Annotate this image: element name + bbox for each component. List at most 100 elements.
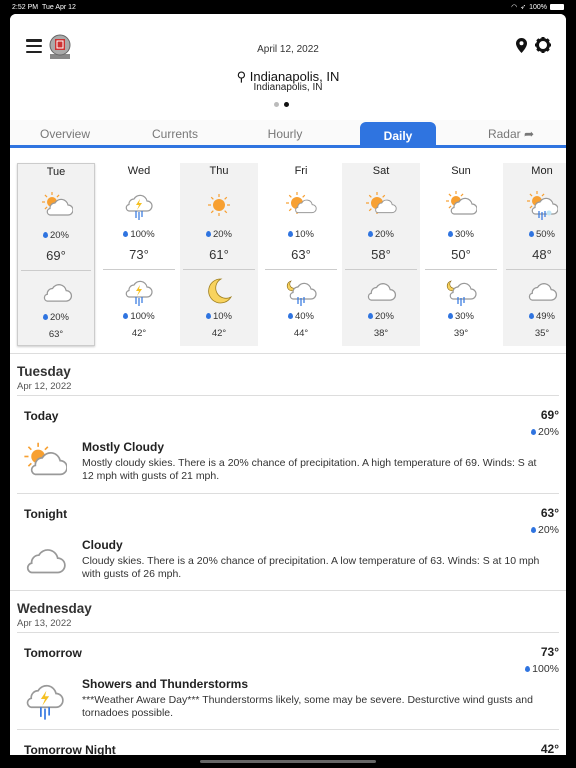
raindrop-icon	[525, 666, 531, 673]
status-time: 2:52 PM	[12, 3, 39, 11]
day-precip-value: 30%	[454, 229, 474, 240]
low-temp: 44°	[293, 328, 309, 339]
battery-icon	[550, 4, 564, 10]
period-name: Tonight	[24, 507, 68, 521]
day-name: Mon	[531, 165, 553, 177]
tab-currents[interactable]: Currents	[120, 120, 230, 145]
period-precip-value: 20%	[537, 524, 559, 536]
night-precip: 40%	[262, 311, 340, 322]
tab-overview[interactable]: Overview	[10, 120, 120, 145]
day-column-wed[interactable]: Wed 100% 73° 100% 42°	[100, 163, 178, 346]
day-column-tue[interactable]: Tue 20% 69° 20% 63°	[17, 163, 95, 346]
day-column-sun[interactable]: Sun 30% 50° 30% 39°	[422, 163, 500, 346]
day-date: Apr 13, 2022	[17, 618, 72, 629]
header-date: April 12, 2022	[257, 44, 319, 55]
raindrop-icon	[287, 231, 293, 238]
day-name: Tue	[46, 166, 66, 178]
tab-radar[interactable]: Radar ➦	[456, 120, 566, 145]
day-precip-value: 20%	[374, 229, 394, 240]
low-temp: 38°	[373, 328, 389, 339]
tab-daily[interactable]: Daily	[360, 122, 436, 145]
period-summary: Mostly Cloudy	[82, 440, 165, 454]
period-description: ***Weather Aware Day*** Thunderstorms li…	[82, 694, 533, 719]
day-precip: 20%	[18, 230, 94, 241]
day-name: Fri	[294, 165, 308, 177]
period-temp: 73°	[540, 645, 559, 659]
night-precip: 49%	[503, 311, 566, 322]
divider	[103, 269, 175, 270]
raindrop-icon	[42, 314, 48, 321]
forecast-details-list: Tuesday Apr 12, 2022 Today 69° 20% Mostly…	[10, 353, 566, 755]
rain-snow-icon	[526, 189, 559, 221]
forecast-period[interactable]: Tomorrow Night 42°	[17, 729, 559, 755]
raindrop-icon	[42, 232, 48, 239]
high-temp: 61°	[209, 247, 229, 262]
gear-icon[interactable]	[535, 37, 551, 53]
low-temp: 63°	[48, 329, 64, 340]
day-header: Tuesday Apr 12, 2022	[10, 353, 566, 395]
period-temp: 63°	[540, 506, 559, 520]
divider	[425, 269, 497, 270]
location-pin-icon[interactable]	[516, 38, 527, 53]
divider	[183, 269, 255, 270]
moon-icon	[203, 275, 235, 307]
partly-cloudy-icon	[445, 189, 478, 221]
day-column-fri[interactable]: Fri 10% 63° 40% 44°	[262, 163, 340, 346]
wifi-icon: ◠	[511, 4, 518, 11]
period-temp: 69°	[540, 408, 559, 422]
period-summary: Cloudy	[82, 538, 123, 552]
partly-sunny-icon	[285, 189, 317, 221]
night-showers-icon	[285, 275, 317, 307]
day-name: Thu	[209, 165, 229, 177]
night-precip-value: 10%	[212, 311, 232, 322]
period-precip: 20%	[530, 426, 559, 438]
forecast-period[interactable]: Tomorrow 73° 100% Showers and Thundersto…	[17, 632, 559, 729]
low-temp: 39°	[453, 328, 469, 339]
raindrop-icon	[447, 231, 453, 238]
day-precip-value: 20%	[212, 229, 232, 240]
raindrop-icon	[530, 429, 536, 436]
divider	[345, 269, 417, 270]
period-name: Tomorrow	[24, 646, 82, 660]
day-precip: 30%	[422, 229, 500, 240]
high-temp: 63°	[291, 247, 311, 262]
divider	[506, 269, 566, 270]
night-precip-value: 49%	[535, 311, 555, 322]
page-dot-active[interactable]	[284, 102, 289, 107]
forecast-period[interactable]: Tonight 63° 20% Cloudy Cloudy skies. The…	[17, 493, 559, 590]
cloudy-icon	[23, 538, 67, 582]
high-temp: 69°	[46, 248, 66, 263]
period-precip-value: 100%	[532, 663, 559, 675]
day-name: Wed	[127, 165, 151, 177]
low-temp: 35°	[534, 328, 550, 339]
day-name: Sat	[372, 165, 390, 177]
forecast-period[interactable]: Today 69° 20% Mostly Cloudy Mostly cloud…	[17, 395, 559, 493]
day-precip-value: 50%	[535, 229, 555, 240]
tab-bar: Overview Currents Hourly Daily Radar ➦	[10, 120, 566, 148]
share-arrow-icon: ➦	[523, 127, 535, 141]
cloudy-icon	[365, 275, 397, 307]
sunny-icon	[203, 189, 235, 221]
page-dot[interactable]	[274, 102, 279, 107]
day-column-sat[interactable]: Sat 20% 58° 20% 38°	[342, 163, 420, 346]
raindrop-icon	[367, 231, 373, 238]
period-description: Mostly cloudy skies. There is a 20% chan…	[82, 457, 537, 482]
night-precip-value: 100%	[130, 311, 155, 322]
home-indicator[interactable]	[200, 760, 376, 763]
night-showers-icon	[445, 275, 477, 307]
day-column-thu[interactable]: Thu 20% 61° 10% 42°	[180, 163, 258, 346]
divider	[265, 269, 337, 270]
period-precip-value: 20%	[537, 426, 559, 438]
low-temp: 42°	[211, 328, 227, 339]
day-precip: 20%	[342, 229, 420, 240]
night-precip-value: 30%	[454, 311, 474, 322]
day-column-mon[interactable]: Mon 50% 48° 49% 35°	[503, 163, 566, 346]
day-precip-value: 100%	[130, 229, 155, 240]
day-precip: 20%	[180, 229, 258, 240]
tab-hourly[interactable]: Hourly	[230, 120, 340, 145]
night-precip: 20%	[342, 311, 420, 322]
night-precip-value: 20%	[49, 312, 69, 323]
night-precip: 100%	[100, 311, 178, 322]
day-title: Tuesday	[17, 364, 71, 379]
page-indicator[interactable]	[274, 102, 289, 107]
